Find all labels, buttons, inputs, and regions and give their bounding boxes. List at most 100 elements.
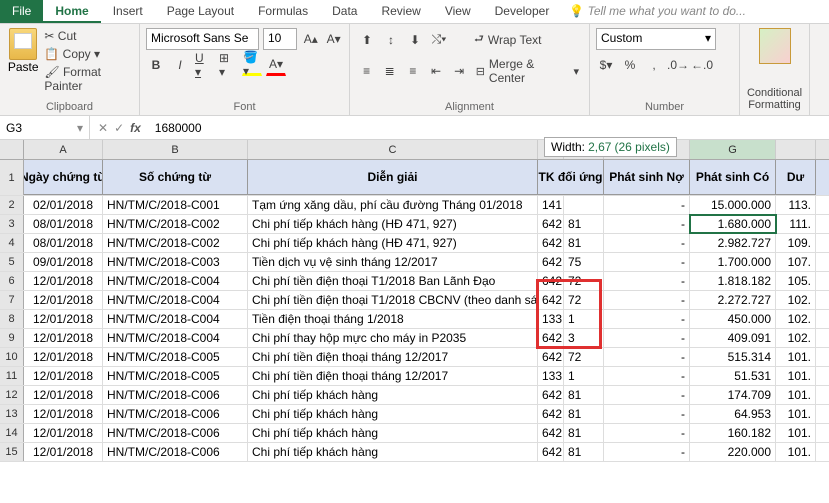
cell[interactable]: 1 bbox=[564, 310, 604, 328]
cell[interactable]: 101. bbox=[776, 424, 816, 442]
tab-formulas[interactable]: Formulas bbox=[246, 0, 320, 23]
cell[interactable]: HN/TM/C/2018-C005 bbox=[103, 367, 248, 385]
cell[interactable]: HN/TM/C/2018-C006 bbox=[103, 386, 248, 404]
cell[interactable]: 101. bbox=[776, 367, 816, 385]
bold-button[interactable]: B bbox=[146, 54, 166, 76]
row-header[interactable]: 15 bbox=[0, 443, 24, 461]
header-cell[interactable]: Diễn giải bbox=[248, 160, 538, 195]
col-header-A[interactable]: A bbox=[24, 140, 103, 159]
merge-center-button[interactable]: ⊟ Merge & Center ▾ bbox=[472, 55, 583, 87]
cell[interactable]: - bbox=[604, 291, 690, 309]
cell[interactable]: 642 bbox=[538, 443, 564, 461]
cell[interactable]: 141 bbox=[538, 196, 564, 214]
cell[interactable]: Chi phí tiền điện thoại tháng 12/2017 bbox=[248, 367, 538, 385]
tab-insert[interactable]: Insert bbox=[101, 0, 155, 23]
cell[interactable]: 642 bbox=[538, 424, 564, 442]
cell[interactable]: HN/TM/C/2018-C006 bbox=[103, 424, 248, 442]
header-cell[interactable]: TK đối ứng bbox=[538, 160, 604, 195]
cell[interactable]: 642 bbox=[538, 234, 564, 252]
cell[interactable]: Chi phí tiếp khách hàng bbox=[248, 443, 538, 461]
cell[interactable]: 133 bbox=[538, 367, 564, 385]
cell[interactable]: 64.953 bbox=[690, 405, 776, 423]
header-cell[interactable]: Số chứng từ bbox=[103, 160, 248, 195]
cell[interactable]: 08/01/2018 bbox=[24, 215, 103, 233]
cell[interactable]: 08/01/2018 bbox=[24, 234, 103, 252]
cell[interactable]: Chi phí tiếp khách hàng bbox=[248, 424, 538, 442]
cell[interactable]: 12/01/2018 bbox=[24, 348, 103, 366]
cell[interactable]: 3 bbox=[564, 329, 604, 347]
cell[interactable]: 642 bbox=[538, 329, 564, 347]
tab-file[interactable]: File bbox=[0, 0, 43, 23]
cell[interactable]: 51.531 bbox=[690, 367, 776, 385]
percent-button[interactable]: % bbox=[620, 54, 640, 76]
cell[interactable]: 113. bbox=[776, 196, 816, 214]
cell[interactable]: - bbox=[604, 386, 690, 404]
cell[interactable]: HN/TM/C/2018-C004 bbox=[103, 272, 248, 290]
font-size-select[interactable]: 10 bbox=[263, 28, 297, 50]
fill-color-button[interactable]: 🪣▾ bbox=[242, 54, 262, 76]
cell[interactable]: 12/01/2018 bbox=[24, 291, 103, 309]
row-header[interactable]: 4 bbox=[0, 234, 24, 252]
row-header[interactable]: 9 bbox=[0, 329, 24, 347]
align-middle-button[interactable]: ↕ bbox=[380, 30, 402, 50]
row-header[interactable]: 10 bbox=[0, 348, 24, 366]
cut-button[interactable]: ✂ Cut bbox=[44, 28, 133, 44]
cell[interactable]: 12/01/2018 bbox=[24, 367, 103, 385]
tell-me[interactable]: Tell me what you want to do... bbox=[561, 0, 754, 23]
conditional-formatting-icon[interactable] bbox=[759, 28, 791, 64]
cell[interactable]: 174.709 bbox=[690, 386, 776, 404]
fx-button[interactable]: fx bbox=[130, 121, 141, 135]
number-format-select[interactable]: Custom ▾ bbox=[596, 28, 716, 50]
font-color-button[interactable]: A▾ bbox=[266, 54, 286, 76]
select-all-button[interactable] bbox=[0, 140, 24, 159]
copy-button[interactable]: 📋 Copy ▾ bbox=[44, 46, 133, 62]
cell[interactable]: Tiền dịch vụ vệ sinh tháng 12/2017 bbox=[248, 253, 538, 271]
cell[interactable]: 1.700.000 bbox=[690, 253, 776, 271]
col-header-C[interactable]: C bbox=[248, 140, 538, 159]
wrap-text-button[interactable]: ⮐ Wrap Text bbox=[470, 28, 545, 51]
tab-review[interactable]: Review bbox=[369, 0, 432, 23]
row-header[interactable]: 5 bbox=[0, 253, 24, 271]
paste-button[interactable]: Paste bbox=[6, 28, 40, 94]
align-right-button[interactable]: ≡ bbox=[402, 61, 423, 81]
cell[interactable]: 1 bbox=[564, 367, 604, 385]
cell[interactable]: 160.182 bbox=[690, 424, 776, 442]
tab-home[interactable]: Home bbox=[43, 0, 100, 23]
row-header[interactable]: 8 bbox=[0, 310, 24, 328]
cell[interactable]: - bbox=[604, 215, 690, 233]
col-header-G[interactable]: G bbox=[690, 140, 776, 159]
cell[interactable]: 12/01/2018 bbox=[24, 405, 103, 423]
cell[interactable] bbox=[564, 196, 604, 214]
col-header-B[interactable]: B bbox=[103, 140, 248, 159]
cell[interactable]: Chi phí tiếp khách hàng bbox=[248, 386, 538, 404]
cell[interactable]: Chi phí tiếp khách hàng (HĐ 471, 927) bbox=[248, 234, 538, 252]
tab-developer[interactable]: Developer bbox=[483, 0, 562, 23]
cell[interactable]: 02/01/2018 bbox=[24, 196, 103, 214]
row-header[interactable]: 6 bbox=[0, 272, 24, 290]
row-header[interactable]: 14 bbox=[0, 424, 24, 442]
cell[interactable]: 81 bbox=[564, 215, 604, 233]
cell[interactable]: - bbox=[604, 234, 690, 252]
col-header-H[interactable] bbox=[776, 140, 816, 159]
cell[interactable]: HN/TM/C/2018-C003 bbox=[103, 253, 248, 271]
header-cell[interactable]: Phát sinh Có bbox=[690, 160, 776, 195]
cell[interactable]: HN/TM/C/2018-C004 bbox=[103, 329, 248, 347]
cell[interactable]: 109. bbox=[776, 234, 816, 252]
row-header[interactable]: 12 bbox=[0, 386, 24, 404]
italic-button[interactable]: I bbox=[170, 54, 190, 76]
cell[interactable]: - bbox=[604, 348, 690, 366]
orientation-button[interactable]: ⤭▾ bbox=[428, 30, 450, 50]
font-name-select[interactable]: Microsoft Sans Se bbox=[146, 28, 259, 50]
header-cell[interactable]: Ngày chứng từ bbox=[24, 160, 103, 195]
tab-view[interactable]: View bbox=[433, 0, 483, 23]
cell[interactable]: 72 bbox=[564, 272, 604, 290]
cell[interactable]: - bbox=[604, 424, 690, 442]
align-center-button[interactable]: ≣ bbox=[379, 61, 400, 81]
cell[interactable]: 101. bbox=[776, 348, 816, 366]
cell[interactable]: 72 bbox=[564, 291, 604, 309]
enter-formula-button[interactable]: ✓ bbox=[114, 121, 124, 135]
cell[interactable]: - bbox=[604, 310, 690, 328]
cell[interactable]: HN/TM/C/2018-C004 bbox=[103, 310, 248, 328]
cell[interactable]: 642 bbox=[538, 348, 564, 366]
cell[interactable]: Chi phí tiền điện thoại T1/2018 CBCNV (t… bbox=[248, 291, 538, 309]
